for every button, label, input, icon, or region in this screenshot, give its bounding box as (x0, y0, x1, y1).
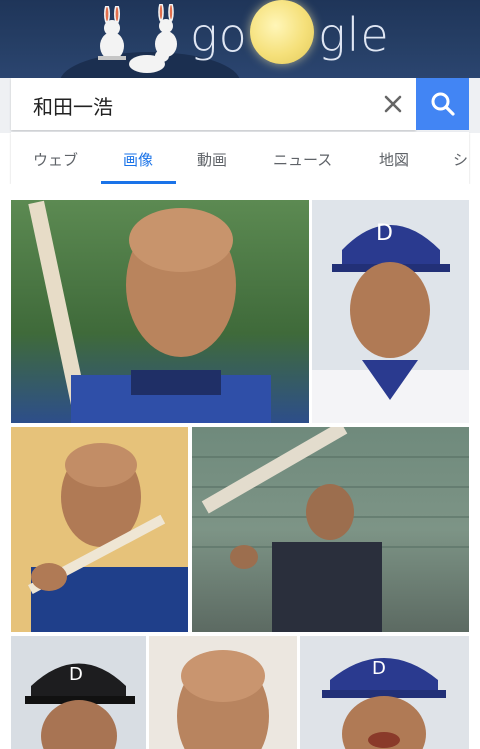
clear-button[interactable] (379, 90, 407, 118)
search-button[interactable] (416, 78, 469, 130)
image-result-3[interactable] (11, 427, 188, 632)
search-input[interactable]: 和田一浩 (11, 78, 416, 130)
image-result-4[interactable] (192, 427, 469, 632)
search-query-text: 和田一浩 (33, 95, 113, 119)
svg-text:D: D (372, 658, 386, 679)
svg-text:D: D (376, 221, 393, 246)
tab-news[interactable]: ニュース (273, 149, 332, 170)
person-photo: D (322, 658, 446, 749)
image-result-7[interactable]: D (300, 636, 469, 749)
image-result-5[interactable]: D (11, 636, 146, 749)
close-icon (384, 95, 402, 113)
person-photo (177, 650, 269, 749)
search-icon (431, 92, 455, 116)
search-type-tabs: ウェブ 画像 動画 ニュース 地図 シ (11, 132, 469, 184)
rabbit-icon (155, 4, 177, 57)
svg-text:D: D (69, 664, 83, 685)
person-photo: D (312, 221, 469, 423)
person-photo (192, 427, 469, 632)
doodle-logo-right: gle (318, 8, 390, 62)
tab-web[interactable]: ウェブ (33, 149, 78, 170)
image-result-2[interactable]: D (312, 200, 469, 423)
image-result-1[interactable] (11, 200, 309, 423)
person-photo (28, 443, 188, 632)
tab-more[interactable]: シ (453, 149, 468, 170)
image-result-6[interactable] (149, 636, 297, 749)
moon-icon (250, 0, 314, 64)
person-photo: D (25, 663, 135, 749)
doodle-logo-left: go (190, 8, 248, 62)
google-doodle[interactable]: go gle (0, 0, 480, 78)
person-photo (28, 200, 271, 423)
tab-images[interactable]: 画像 (123, 149, 153, 170)
tab-videos[interactable]: 動画 (197, 149, 227, 170)
search-bar-area: 和田一浩 (0, 78, 480, 133)
tab-maps[interactable]: 地図 (379, 149, 409, 170)
